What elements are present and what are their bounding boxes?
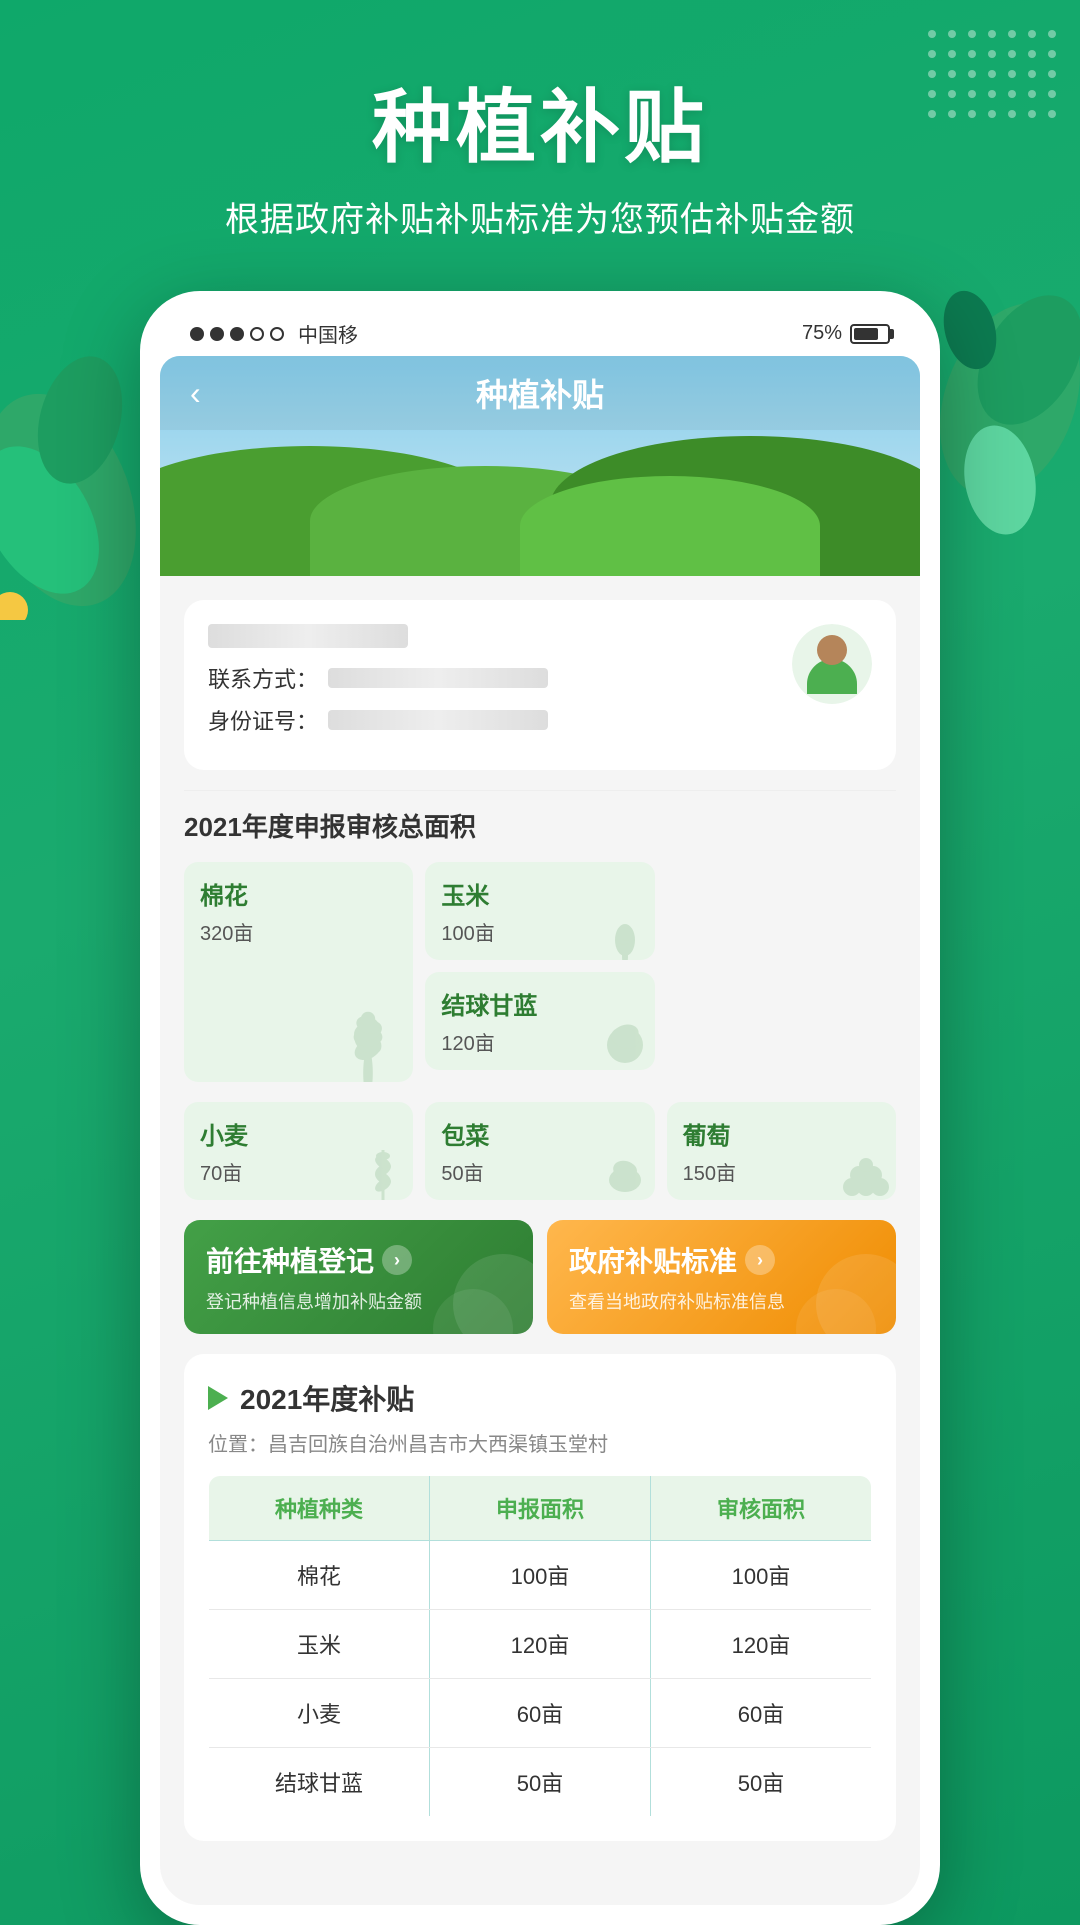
crop-icon-corn xyxy=(585,890,655,960)
battery-area: 75% xyxy=(802,322,890,345)
signal-dot-1 xyxy=(190,327,204,341)
signal-dot-3 xyxy=(230,327,244,341)
crop-icon-grape xyxy=(826,1130,896,1200)
avatar-figure xyxy=(792,624,872,704)
subsidy-header: 2021年度补贴 xyxy=(208,1378,872,1418)
page-hero-subtitle: 根据政府补贴补贴标准为您预估补贴金额 xyxy=(0,192,1080,241)
phone-mockup-container: 中国移 75% ‹ 种植补贴 xyxy=(0,291,1080,1925)
table-cell-crop: 小麦 xyxy=(209,1679,430,1748)
arrow-icon-standard: › xyxy=(745,1245,775,1275)
subsidy-year-title: 2021年度补贴 xyxy=(240,1378,414,1418)
crop-card-corn: 玉米 100亩 xyxy=(425,862,654,960)
table-cell-verified: 120亩 xyxy=(651,1610,872,1679)
table-cell-crop: 棉花 xyxy=(209,1541,430,1610)
table-row: 玉米120亩120亩 xyxy=(209,1610,872,1679)
table-cell-crop: 玉米 xyxy=(209,1610,430,1679)
subsidy-section: 2021年度补贴 位置：昌吉回族自治州昌吉市大西渠镇玉堂村 种植种类 申报面积 … xyxy=(184,1354,896,1841)
table-cell-crop: 结球甘蓝 xyxy=(209,1748,430,1817)
subsidy-table: 种植种类 申报面积 审核面积 棉花100亩100亩玉米120亩120亩小麦60亩… xyxy=(208,1475,872,1817)
crop-icon-cabbage xyxy=(585,1000,655,1070)
table-cell-declared: 100亩 xyxy=(430,1541,651,1610)
year-section-title: 2021年度申报审核总面积 xyxy=(184,807,896,844)
id-value-blurred xyxy=(328,710,548,730)
crop-area-cotton: 320亩 xyxy=(200,917,397,946)
app-header: ‹ 种植补贴 xyxy=(160,356,920,576)
status-bar: 中国移 75% xyxy=(160,311,920,356)
crop-card-pakchoi: 包菜 50亩 xyxy=(425,1102,654,1200)
contact-label: 联系方式： xyxy=(208,662,318,694)
signal-dot-2 xyxy=(210,327,224,341)
nav-title: 种植补贴 xyxy=(476,370,604,416)
back-button[interactable]: ‹ xyxy=(190,375,201,412)
location-label: 位置： xyxy=(208,1434,268,1456)
table-cell-declared: 60亩 xyxy=(430,1679,651,1748)
contact-field: 联系方式： xyxy=(208,662,792,694)
battery-icon xyxy=(850,324,890,344)
location-value: 昌吉回族自治州昌吉市大西渠镇玉堂村 xyxy=(268,1434,608,1456)
hill-4 xyxy=(520,476,820,576)
action-buttons: 前往种植登记 › 登记种植信息增加补贴金额 政府补贴标准 › 查看当地政府补贴标… xyxy=(184,1220,896,1334)
crop-grid: 棉花 320亩 玉米 100 xyxy=(184,862,896,1094)
divider xyxy=(184,790,896,791)
table-header-declared: 申报面积 xyxy=(430,1476,651,1541)
avatar-head xyxy=(817,635,847,665)
triangle-icon xyxy=(208,1386,228,1410)
table-row: 棉花100亩100亩 xyxy=(209,1541,872,1610)
subsidy-location: 位置：昌吉回族自治州昌吉市大西渠镇玉堂村 xyxy=(208,1428,872,1457)
crop-name-cotton: 棉花 xyxy=(200,876,397,911)
page-hero-title: 种植补贴 xyxy=(0,80,1080,176)
user-info: 联系方式： 身份证号： xyxy=(208,624,792,746)
table-header-crop: 种植种类 xyxy=(209,1476,430,1541)
hero-section: 种植补贴 根据政府补贴补贴标准为您预估补贴金额 xyxy=(0,0,1080,271)
signal-dot-5 xyxy=(270,327,284,341)
table-row: 小麦60亩60亩 xyxy=(209,1679,872,1748)
carrier-name: 中国移 xyxy=(298,319,358,348)
battery-percentage: 75% xyxy=(802,322,842,345)
id-field: 身份证号： xyxy=(208,704,792,736)
crop-icon-pakchoi xyxy=(585,1130,655,1200)
table-cell-verified: 100亩 xyxy=(651,1541,872,1610)
planting-register-button[interactable]: 前往种植登记 › 登记种植信息增加补贴金额 xyxy=(184,1220,533,1334)
table-cell-verified: 50亩 xyxy=(651,1748,872,1817)
crop-card-cabbage: 结球甘蓝 120亩 xyxy=(425,972,654,1070)
avatar xyxy=(792,624,872,704)
table-header-verified: 审核面积 xyxy=(651,1476,872,1541)
gov-standard-button[interactable]: 政府补贴标准 › 查看当地政府补贴标准信息 xyxy=(547,1220,896,1334)
contact-value-blurred xyxy=(328,668,548,688)
bottom-padding xyxy=(184,1841,896,1881)
user-name-blurred xyxy=(208,624,408,648)
signal-indicators: 中国移 xyxy=(190,319,358,348)
crop-card-wheat: 小麦 70亩 xyxy=(184,1102,413,1200)
table-cell-declared: 120亩 xyxy=(430,1610,651,1679)
crop-card-cotton: 棉花 320亩 xyxy=(184,862,413,1082)
nav-overlay: ‹ 种植补贴 xyxy=(160,356,920,430)
crop-icon-wheat xyxy=(343,1130,413,1200)
phone-frame: 中国移 75% ‹ 种植补贴 xyxy=(140,291,940,1925)
battery-fill xyxy=(854,328,878,340)
content-area: 联系方式： 身份证号： xyxy=(160,576,920,1905)
table-row: 结球甘蓝50亩50亩 xyxy=(209,1748,872,1817)
signal-dot-4 xyxy=(250,327,264,341)
hills xyxy=(160,444,920,576)
table-cell-verified: 60亩 xyxy=(651,1679,872,1748)
arrow-icon-register: › xyxy=(382,1245,412,1275)
crop-card-grape: 葡萄 150亩 xyxy=(667,1102,896,1200)
crop-icon-cotton xyxy=(308,977,413,1082)
table-cell-declared: 50亩 xyxy=(430,1748,651,1817)
id-label: 身份证号： xyxy=(208,704,318,736)
user-card: 联系方式： 身份证号： xyxy=(184,600,896,770)
